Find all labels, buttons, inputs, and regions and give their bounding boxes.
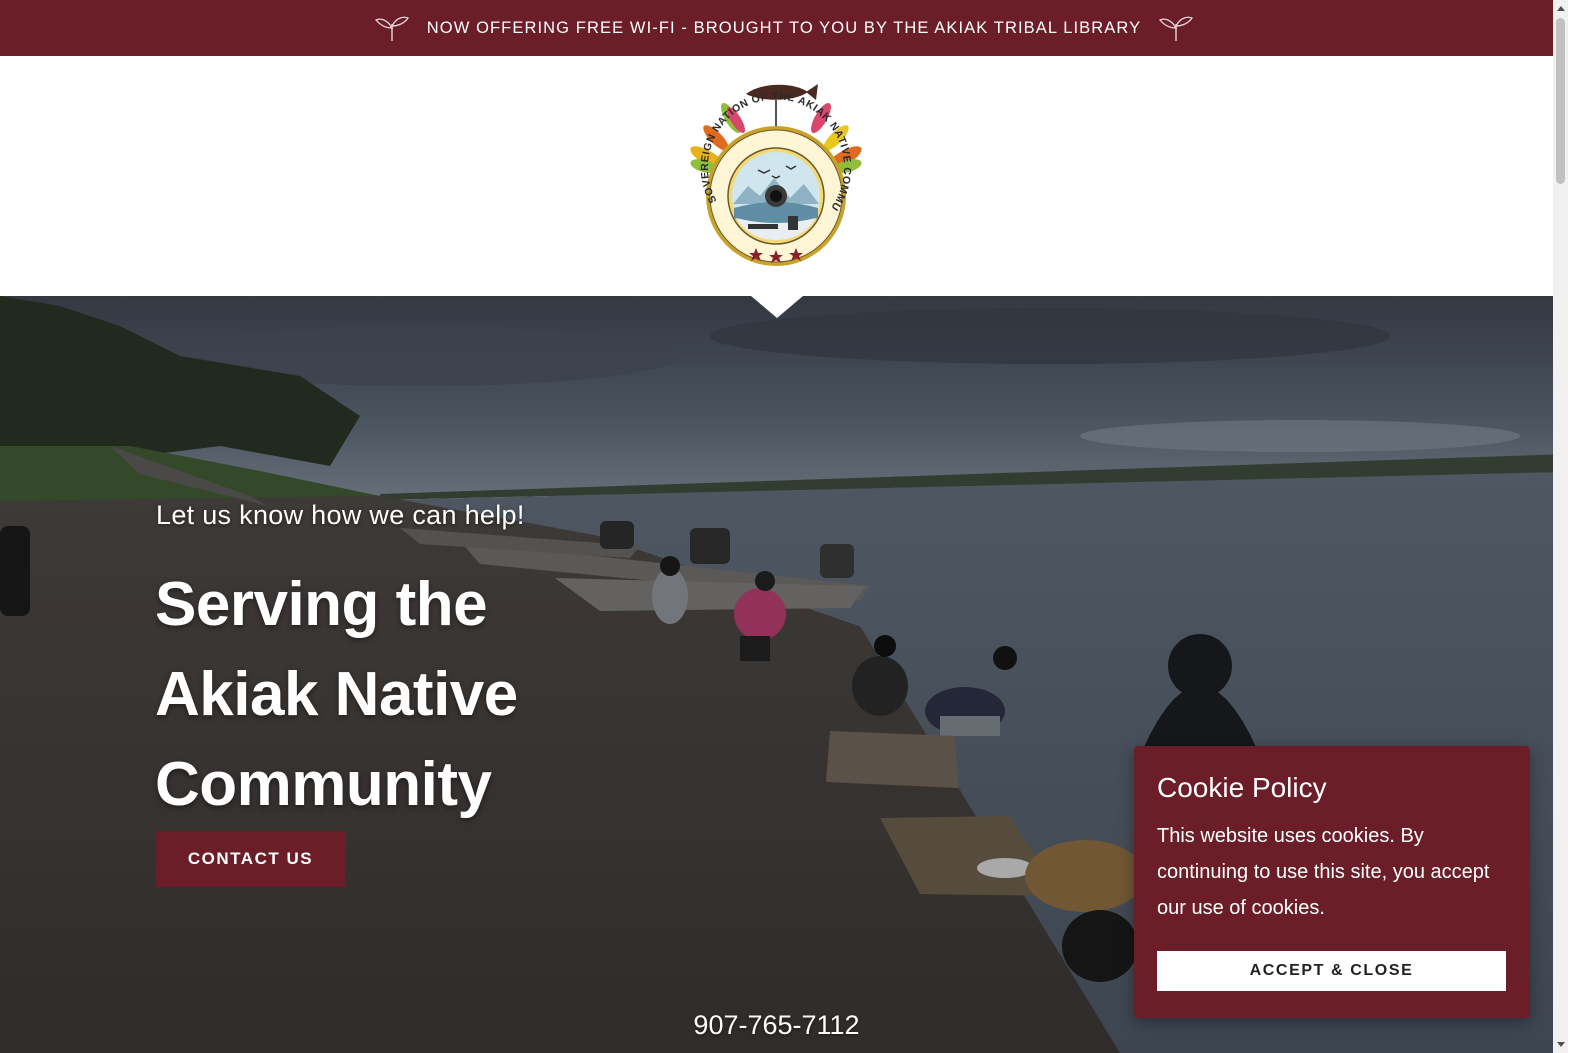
tribal-seal-icon: SOVEREIGN NATION OF THE AKIAK NATIVE COM… <box>672 69 862 266</box>
sprout-icon <box>1159 16 1194 41</box>
headline-line: Serving the <box>155 570 488 639</box>
announcement-bar: NOW OFFERING FREE WI-FI - BROUGHT TO YOU… <box>0 0 1568 56</box>
chevron-down-icon <box>1556 1042 1565 1047</box>
tribal-seal-logo[interactable]: SOVEREIGN NATION OF THE AKIAK NATIVE COM… <box>672 69 876 274</box>
announcement-text: NOW OFFERING FREE WI-FI - BROUGHT TO YOU… <box>426 18 1142 37</box>
hero-kicker: Let us know how we can help! <box>156 500 525 530</box>
header-pointer <box>751 296 803 318</box>
site-header: SOVEREIGN NATION OF THE AKIAK NATIVE COM… <box>0 56 1568 296</box>
headline-line: Community <box>155 750 492 819</box>
cookie-title: Cookie Policy <box>1157 772 1327 803</box>
page: NOW OFFERING FREE WI-FI - BROUGHT TO YOU… <box>0 0 1584 1053</box>
scroll-down-button[interactable] <box>1553 1036 1568 1053</box>
cookie-body: This website uses cookies. By continuing… <box>1157 825 1490 919</box>
scroll-thumb[interactable] <box>1556 18 1565 184</box>
chevron-up-icon <box>1556 6 1565 11</box>
cookie-policy-dialog: Cookie Policy This website uses cookies.… <box>1134 746 1530 1018</box>
scroll-up-button[interactable] <box>1553 0 1568 17</box>
sprout-icon <box>374 16 409 41</box>
scrollbar[interactable] <box>1553 0 1568 1053</box>
hero-headline: Serving the Akiak Native Community <box>155 560 675 830</box>
headline-line: Akiak Native <box>155 660 518 729</box>
contact-us-button[interactable]: CONTACT US <box>156 831 345 887</box>
accept-close-button[interactable]: ACCEPT & CLOSE <box>1157 951 1506 991</box>
